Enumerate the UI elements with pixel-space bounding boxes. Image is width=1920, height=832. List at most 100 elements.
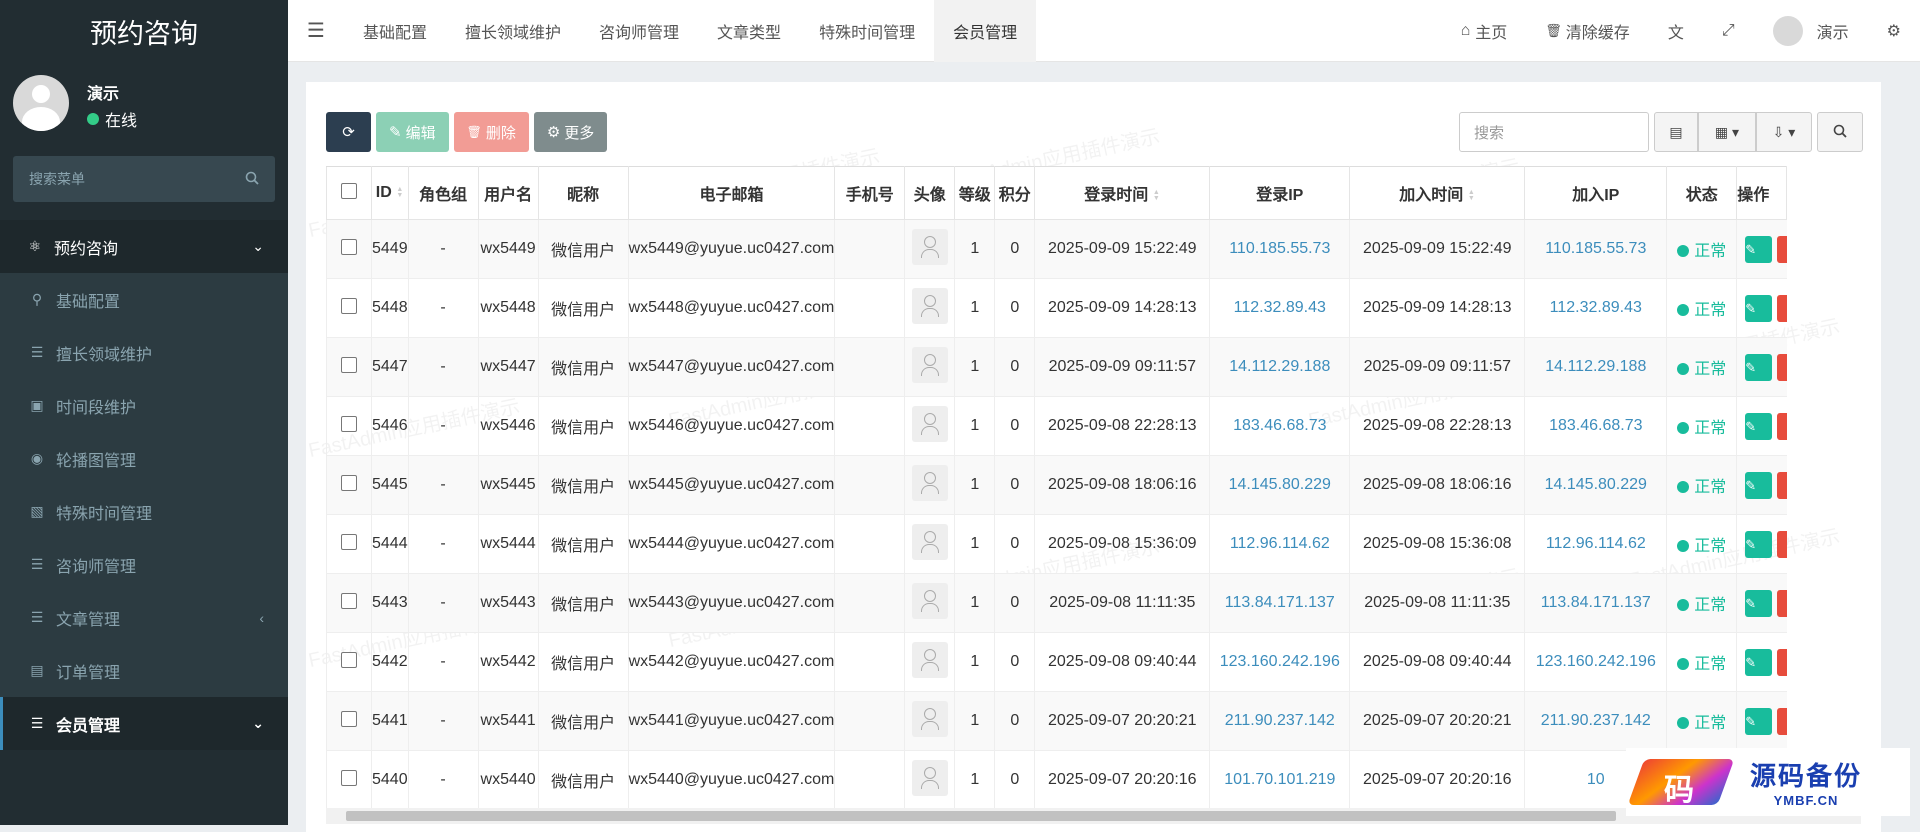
status-dot-icon	[1677, 658, 1690, 670]
row-checkbox[interactable]	[341, 710, 357, 727]
column-header[interactable]: ID ▲▼	[371, 166, 409, 220]
sidebar-item-4[interactable]: ◉ 轮播图管理	[0, 432, 288, 485]
sidebar-item-9[interactable]: ☰ 会员管理 ⌄	[0, 697, 288, 750]
tab-0[interactable]: 基础配置	[344, 0, 446, 62]
sidebar-item-3[interactable]: ▣ 时间段维护	[0, 379, 288, 432]
column-header[interactable]: 登录时间 ▲▼	[1034, 166, 1211, 220]
row-delete-button[interactable]	[1776, 353, 1787, 381]
row-delete-button[interactable]	[1776, 412, 1787, 440]
cell-logintime: 2025-09-07 20:20:16	[1034, 750, 1210, 810]
cell-loginip[interactable]: 183.46.68.73	[1209, 396, 1350, 456]
cell-loginip[interactable]: 14.112.29.188	[1209, 337, 1350, 397]
tab-1[interactable]: 擅长领域维护	[446, 0, 580, 62]
edit-button[interactable]: ✎ 编辑	[376, 112, 449, 152]
status-badge: 正常	[1694, 243, 1727, 260]
cell-id: 5447	[371, 337, 409, 397]
row-checkbox[interactable]	[341, 238, 357, 255]
columns-button[interactable]: ▦ ▾	[1698, 112, 1756, 152]
row-edit-button[interactable]: ✎	[1745, 589, 1773, 617]
row-checkbox[interactable]	[341, 356, 357, 373]
cell-jointime: 2025-09-08 09:40:44	[1349, 632, 1525, 692]
cell-loginip[interactable]: 211.90.237.142	[1209, 691, 1350, 751]
row-checkbox[interactable]	[341, 592, 357, 609]
select-all-checkbox[interactable]	[326, 166, 372, 220]
sidebar-item-0[interactable]: ⚛ 预约咨询 ⌄	[0, 220, 288, 273]
cell-joinip[interactable]: 112.32.89.43	[1524, 278, 1667, 338]
delete-button[interactable]: 🗑 删除	[453, 112, 529, 152]
row-checkbox[interactable]	[341, 415, 357, 432]
cell-score: 0	[994, 455, 1035, 515]
app-title[interactable]: 预约咨询	[0, 0, 288, 62]
cell-joinip[interactable]: 14.112.29.188	[1524, 337, 1667, 397]
cell-joinip[interactable]: 183.46.68.73	[1524, 396, 1667, 456]
row-checkbox[interactable]	[341, 769, 357, 786]
status-dot-icon	[1677, 717, 1690, 729]
cell-joinip[interactable]: 112.96.114.62	[1524, 514, 1667, 574]
cell-loginip[interactable]: 112.32.89.43	[1209, 278, 1350, 338]
cell-loginip[interactable]: 123.160.242.196	[1209, 632, 1350, 692]
translate-icon[interactable]: 文	[1649, 0, 1703, 62]
sidebar-item-label: 咨询师管理	[56, 558, 137, 576]
row-edit-button[interactable]: ✎	[1745, 294, 1773, 322]
sidebar-item-label: 时间段维护	[56, 399, 137, 417]
tab-4[interactable]: 特殊时间管理	[800, 0, 934, 62]
sidebar-item-8[interactable]: ▤ 订单管理	[0, 644, 288, 697]
user-menu[interactable]: 演示	[1754, 0, 1868, 62]
cell-joinip[interactable]: 123.160.242.196	[1524, 632, 1667, 692]
row-delete-button[interactable]	[1776, 235, 1787, 263]
sidebar-item-5[interactable]: ▧ 特殊时间管理	[0, 485, 288, 538]
status-badge: 正常	[1694, 479, 1727, 496]
cell-joinip[interactable]: 211.90.237.142	[1524, 691, 1667, 751]
table-search-input[interactable]: 搜索	[1459, 112, 1649, 152]
cell-loginip[interactable]: 110.185.55.73	[1209, 219, 1350, 279]
cell-mobile	[834, 514, 905, 574]
row-delete-button[interactable]	[1776, 648, 1787, 676]
cell-level: 1	[954, 455, 995, 515]
gears-icon[interactable]: ⚙	[1868, 0, 1920, 62]
row-checkbox[interactable]	[341, 297, 357, 314]
sidebar-item-7[interactable]: ☰ 文章管理 ‹	[0, 591, 288, 644]
row-edit-button[interactable]: ✎	[1745, 648, 1773, 676]
home-link[interactable]: ⌂ 主页	[1442, 0, 1527, 62]
cell-loginip[interactable]: 14.145.80.229	[1209, 455, 1350, 515]
row-delete-button[interactable]	[1776, 530, 1787, 558]
fullscreen-icon[interactable]: ⤢	[1703, 0, 1754, 62]
row-edit-button[interactable]: ✎	[1745, 412, 1773, 440]
sidebar-item-1[interactable]: ⚲ 基础配置	[0, 273, 288, 326]
row-edit-button[interactable]: ✎	[1745, 707, 1773, 735]
toggle-view-button[interactable]: ▤	[1654, 112, 1698, 152]
tab-2[interactable]: 咨询师管理	[580, 0, 698, 62]
row-edit-button[interactable]: ✎	[1745, 353, 1773, 381]
cell-loginip[interactable]: 113.84.171.137	[1209, 573, 1350, 633]
advanced-search-button[interactable]	[1817, 112, 1863, 152]
cell-joinip[interactable]: 113.84.171.137	[1524, 573, 1667, 633]
clear-cache-button[interactable]: 🗑 清除缓存	[1526, 0, 1649, 62]
refresh-button[interactable]: ⟳	[326, 112, 371, 152]
row-checkbox[interactable]	[341, 651, 357, 668]
cell-loginip[interactable]: 112.96.114.62	[1209, 514, 1350, 574]
export-button[interactable]: ⇩ ▾	[1756, 112, 1812, 152]
row-edit-button[interactable]: ✎	[1745, 235, 1773, 263]
row-delete-button[interactable]	[1776, 294, 1787, 322]
row-checkbox[interactable]	[341, 474, 357, 491]
cell-loginip[interactable]: 101.70.101.219	[1209, 750, 1350, 810]
menu-search-input[interactable]: 搜索菜单	[13, 156, 275, 202]
cell-joinip[interactable]: 110.185.55.73	[1524, 219, 1667, 279]
sidebar-item-2[interactable]: ☰ 擅长领域维护	[0, 326, 288, 379]
row-edit-button[interactable]: ✎	[1745, 471, 1773, 499]
more-button[interactable]: ⚙ 更多	[533, 112, 608, 152]
column-header: 头像	[904, 166, 956, 220]
row-edit-button[interactable]: ✎	[1745, 530, 1773, 558]
tab-3[interactable]: 文章类型	[698, 0, 800, 62]
status-badge: 正常	[1694, 538, 1727, 555]
sidebar-item-6[interactable]: ☰ 咨询师管理	[0, 538, 288, 591]
row-delete-button[interactable]	[1776, 471, 1787, 499]
member-table: ID ▲▼ 角色组 用户名 昵称 电子邮箱 手机号 头像 等级 积分 登录时间 ▲▼ 登录IP 加入时间 ▲…	[326, 166, 1788, 810]
menu-toggle-icon[interactable]: ☰	[288, 18, 344, 43]
cell-joinip[interactable]: 14.145.80.229	[1524, 455, 1667, 515]
row-delete-button[interactable]	[1776, 589, 1787, 617]
column-header[interactable]: 加入时间 ▲▼	[1349, 166, 1526, 220]
tab-5[interactable]: 会员管理	[934, 0, 1037, 62]
row-checkbox[interactable]	[341, 533, 357, 550]
row-delete-button[interactable]	[1776, 707, 1787, 735]
